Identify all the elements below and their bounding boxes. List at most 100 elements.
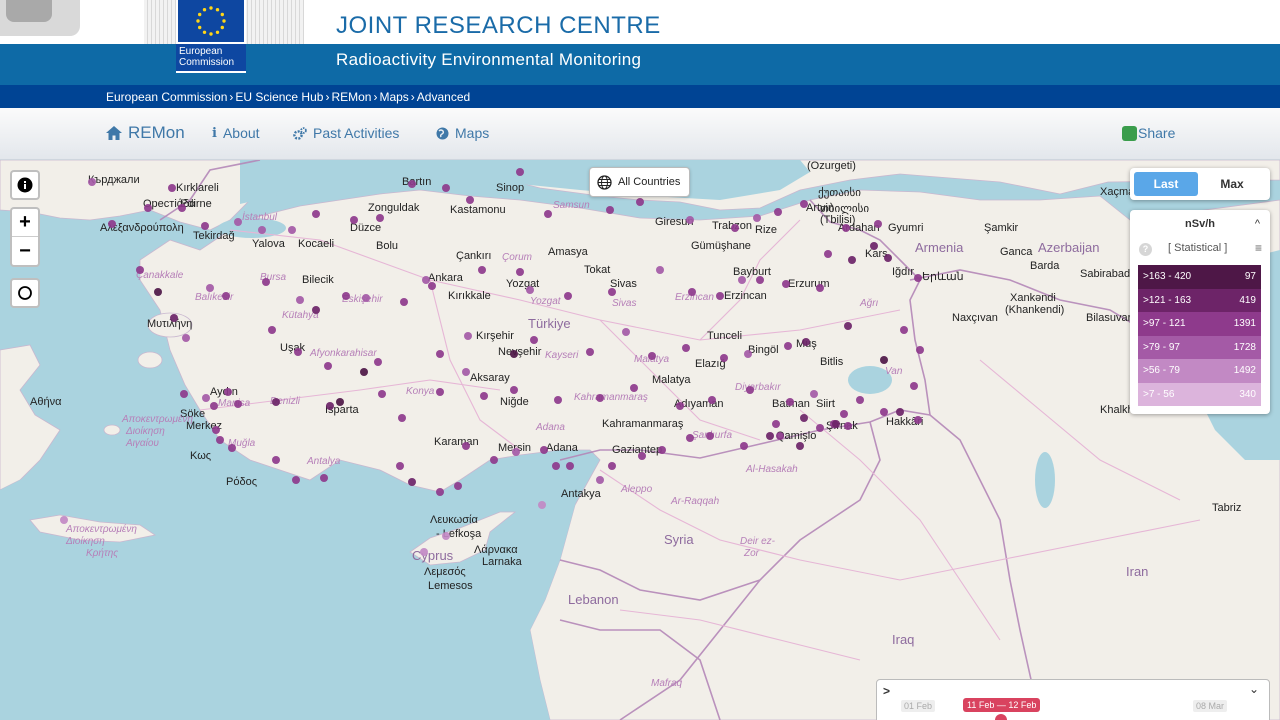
station-marker[interactable] (516, 268, 524, 276)
nav-maps[interactable]: Maps (436, 125, 489, 141)
station-marker[interactable] (490, 456, 498, 464)
station-marker[interactable] (212, 426, 220, 434)
station-marker[interactable] (774, 208, 782, 216)
station-marker[interactable] (342, 292, 350, 300)
station-marker[interactable] (608, 288, 616, 296)
station-marker[interactable] (844, 422, 852, 430)
station-marker[interactable] (216, 436, 224, 444)
station-marker[interactable] (362, 294, 370, 302)
station-marker[interactable] (436, 488, 444, 496)
menu-icon[interactable]: ≡ (1255, 241, 1262, 255)
station-marker[interactable] (816, 424, 824, 432)
breadcrumb-item[interactable]: REMon (331, 90, 371, 104)
station-marker[interactable] (622, 328, 630, 336)
station-marker[interactable] (530, 336, 538, 344)
station-marker[interactable] (516, 168, 524, 176)
station-marker[interactable] (154, 288, 162, 296)
station-marker[interactable] (272, 456, 280, 464)
station-marker[interactable] (596, 394, 604, 402)
station-marker[interactable] (178, 204, 186, 212)
breadcrumb-item[interactable]: EU Science Hub (235, 90, 323, 104)
station-marker[interactable] (596, 476, 604, 484)
station-marker[interactable] (312, 306, 320, 314)
station-marker[interactable] (848, 256, 856, 264)
station-marker[interactable] (324, 362, 332, 370)
station-marker[interactable] (268, 326, 276, 334)
station-marker[interactable] (676, 402, 684, 410)
station-marker[interactable] (884, 254, 892, 262)
station-marker[interactable] (840, 410, 848, 418)
station-marker[interactable] (810, 390, 818, 398)
station-marker[interactable] (222, 292, 230, 300)
station-marker[interactable] (786, 398, 794, 406)
station-marker[interactable] (442, 532, 450, 540)
breadcrumb-item[interactable]: European Commission (106, 90, 227, 104)
station-marker[interactable] (202, 394, 210, 402)
station-marker[interactable] (682, 344, 690, 352)
station-marker[interactable] (914, 274, 922, 282)
station-marker[interactable] (478, 266, 486, 274)
station-marker[interactable] (606, 206, 614, 214)
station-marker[interactable] (870, 242, 878, 250)
station-marker[interactable] (766, 432, 774, 440)
station-marker[interactable] (753, 214, 761, 222)
station-marker[interactable] (60, 516, 68, 524)
station-marker[interactable] (510, 386, 518, 394)
station-marker[interactable] (378, 390, 386, 398)
chevron-down-icon[interactable]: ⌄ (1249, 682, 1259, 696)
station-marker[interactable] (688, 288, 696, 296)
station-marker[interactable] (910, 382, 918, 390)
station-marker[interactable] (782, 280, 790, 288)
station-marker[interactable] (320, 474, 328, 482)
nav-about[interactable]: i About (212, 125, 260, 141)
station-marker[interactable] (720, 354, 728, 362)
legend-row[interactable]: >121 - 163 419 (1138, 288, 1261, 312)
station-marker[interactable] (376, 214, 384, 222)
station-marker[interactable] (552, 462, 560, 470)
station-marker[interactable] (916, 346, 924, 354)
station-marker[interactable] (464, 332, 472, 340)
draw-circle-button[interactable] (10, 278, 40, 308)
station-marker[interactable] (420, 548, 428, 556)
station-marker[interactable] (224, 388, 232, 396)
station-marker[interactable] (731, 224, 739, 232)
station-marker[interactable] (564, 292, 572, 300)
station-marker[interactable] (630, 384, 638, 392)
station-marker[interactable] (706, 432, 714, 440)
station-marker[interactable] (636, 198, 644, 206)
station-marker[interactable] (686, 434, 694, 442)
station-marker[interactable] (856, 396, 864, 404)
station-marker[interactable] (262, 278, 270, 286)
station-marker[interactable] (824, 250, 832, 258)
all-countries-button[interactable]: All Countries (589, 167, 690, 197)
station-marker[interactable] (210, 402, 218, 410)
station-marker[interactable] (896, 408, 904, 416)
station-marker[interactable] (144, 204, 152, 212)
station-marker[interactable] (454, 482, 462, 490)
station-marker[interactable] (360, 368, 368, 376)
station-marker[interactable] (566, 462, 574, 470)
station-marker[interactable] (206, 284, 214, 292)
site-title[interactable]: JOINT RESEARCH CENTRE (336, 12, 661, 40)
station-marker[interactable] (170, 314, 178, 322)
station-marker[interactable] (738, 276, 746, 284)
station-marker[interactable] (428, 282, 436, 290)
station-marker[interactable] (312, 210, 320, 218)
station-marker[interactable] (436, 350, 444, 358)
station-marker[interactable] (510, 350, 518, 358)
station-marker[interactable] (398, 414, 406, 422)
station-marker[interactable] (462, 442, 470, 450)
help-icon[interactable]: ? (1139, 243, 1152, 256)
station-marker[interactable] (772, 420, 780, 428)
station-marker[interactable] (648, 352, 656, 360)
station-marker[interactable] (746, 386, 754, 394)
station-marker[interactable] (656, 266, 664, 274)
station-marker[interactable] (234, 218, 242, 226)
share-button[interactable]: Share (1122, 125, 1175, 141)
station-marker[interactable] (784, 342, 792, 350)
station-marker[interactable] (716, 292, 724, 300)
station-marker[interactable] (512, 448, 520, 456)
zoom-in-button[interactable]: + (12, 209, 38, 237)
station-marker[interactable] (900, 326, 908, 334)
station-marker[interactable] (258, 226, 266, 234)
